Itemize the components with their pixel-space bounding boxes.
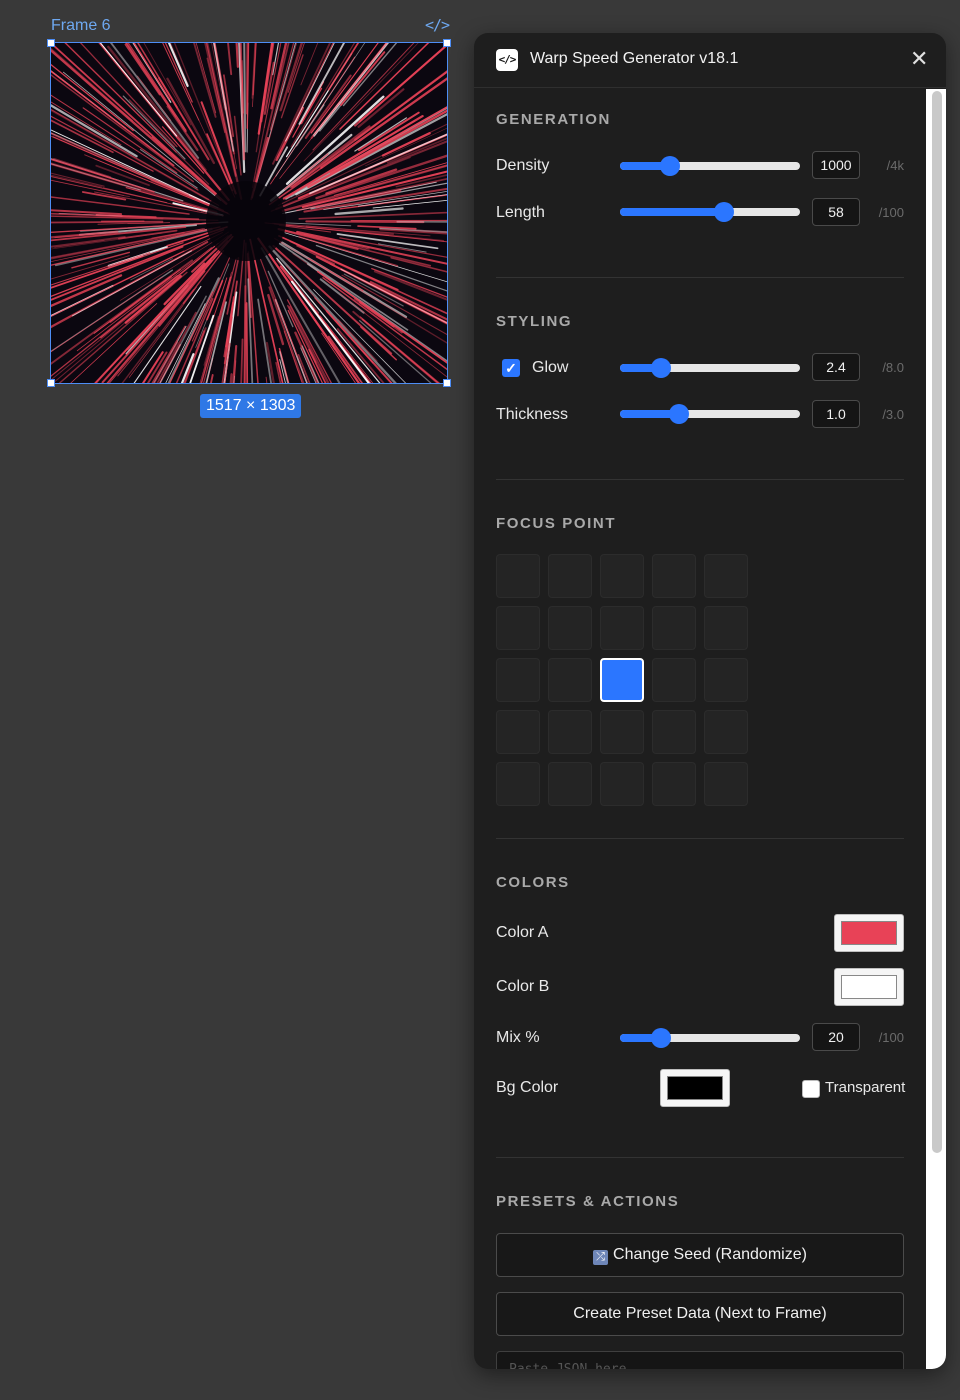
plugin-panel: </> Warp Speed Generator v18.1 ✕ GENERAT…: [474, 33, 946, 1369]
panel-header: </> Warp Speed Generator v18.1 ✕: [474, 33, 946, 88]
focus-cell-0-0[interactable]: [496, 554, 540, 598]
glow-slider[interactable]: [620, 358, 800, 378]
close-icon[interactable]: ✕: [910, 46, 928, 72]
warp-starburst-image: [51, 43, 447, 383]
mix-slider[interactable]: [620, 1028, 800, 1048]
thickness-input[interactable]: 1.0: [812, 400, 860, 428]
color-a-label: Color A: [496, 924, 549, 941]
change-seed-label: Change Seed (Randomize): [613, 1246, 807, 1263]
resize-handle-bottom-left[interactable]: [47, 379, 55, 387]
thickness-label: Thickness: [496, 406, 569, 423]
focus-cell-1-3[interactable]: [652, 606, 696, 650]
glow-label: Glow: [532, 359, 569, 376]
density-label: Density: [496, 157, 550, 174]
focus-cell-0-3[interactable]: [652, 554, 696, 598]
focus-cell-0-2[interactable]: [600, 554, 644, 598]
divider: [496, 479, 904, 480]
plugin-code-icon: </>: [496, 49, 518, 71]
focus-cell-4-3[interactable]: [652, 762, 696, 806]
paste-json-input[interactable]: Paste JSON here: [496, 1351, 904, 1369]
focus-cell-3-2[interactable]: [600, 710, 644, 754]
focus-cell-3-3[interactable]: [652, 710, 696, 754]
panel-title: Warp Speed Generator v18.1: [530, 50, 739, 67]
bg-color-swatch[interactable]: [660, 1069, 730, 1107]
focus-cell-1-4[interactable]: [704, 606, 748, 650]
focus-cell-1-1[interactable]: [548, 606, 592, 650]
focus-cell-3-0[interactable]: [496, 710, 540, 754]
focus-cell-2-4[interactable]: [704, 658, 748, 702]
glow-input[interactable]: 2.4: [812, 353, 860, 381]
focus-cell-3-1[interactable]: [548, 710, 592, 754]
bg-color-label: Bg Color: [496, 1079, 559, 1096]
mix-max: /100: [878, 1030, 904, 1045]
shuffle-icon: ⤮: [593, 1250, 609, 1265]
frame-label[interactable]: Frame 6: [51, 17, 111, 35]
focus-cell-4-0[interactable]: [496, 762, 540, 806]
focus-point-grid: [496, 554, 748, 806]
scrollbar-thumb[interactable]: [932, 91, 942, 1153]
density-input[interactable]: 1000: [812, 151, 860, 179]
focus-cell-2-0[interactable]: [496, 658, 540, 702]
transparent-label: Transparent: [825, 1079, 906, 1096]
section-title-focus-point: FOCUS POINT: [496, 515, 617, 532]
resize-handle-bottom-right[interactable]: [443, 379, 451, 387]
frame-size-badge: 1517 × 1303: [200, 394, 302, 418]
length-label: Length: [496, 204, 545, 221]
focus-cell-2-1[interactable]: [548, 658, 592, 702]
glow-checkbox[interactable]: ✓: [502, 359, 520, 377]
length-slider[interactable]: [620, 202, 800, 222]
section-title-styling: STYLING: [496, 313, 573, 330]
thickness-slider[interactable]: [620, 404, 800, 424]
length-max: /100: [878, 205, 904, 220]
divider: [496, 277, 904, 278]
resize-handle-top-left[interactable]: [47, 39, 55, 47]
mix-input[interactable]: 20: [812, 1023, 860, 1051]
divider: [496, 1157, 904, 1158]
color-a-swatch[interactable]: [834, 914, 904, 952]
focus-cell-1-0[interactable]: [496, 606, 540, 650]
focus-cell-0-4[interactable]: [704, 554, 748, 598]
color-b-swatch[interactable]: [834, 968, 904, 1006]
transparent-checkbox[interactable]: [802, 1080, 820, 1098]
focus-cell-2-3[interactable]: [652, 658, 696, 702]
focus-cell-4-4[interactable]: [704, 762, 748, 806]
mix-label: Mix %: [496, 1029, 540, 1046]
change-seed-button[interactable]: ⤮ Change Seed (Randomize): [496, 1233, 904, 1277]
section-title-presets-actions: PRESETS & ACTIONS: [496, 1193, 680, 1210]
focus-cell-2-2[interactable]: [600, 658, 644, 702]
focus-cell-4-2[interactable]: [600, 762, 644, 806]
resize-handle-top-right[interactable]: [443, 39, 451, 47]
density-max: /4k: [886, 158, 904, 173]
code-icon[interactable]: </>: [425, 16, 450, 34]
create-preset-button[interactable]: Create Preset Data (Next to Frame): [496, 1292, 904, 1336]
density-slider[interactable]: [620, 156, 800, 176]
section-title-colors: COLORS: [496, 874, 570, 891]
color-b-label: Color B: [496, 978, 550, 995]
focus-cell-3-4[interactable]: [704, 710, 748, 754]
focus-cell-4-1[interactable]: [548, 762, 592, 806]
warp-frame[interactable]: [50, 42, 448, 384]
length-input[interactable]: 58: [812, 198, 860, 226]
focus-cell-1-2[interactable]: [600, 606, 644, 650]
divider: [496, 838, 904, 839]
focus-cell-0-1[interactable]: [548, 554, 592, 598]
thickness-max: /3.0: [882, 407, 904, 422]
section-title-generation: GENERATION: [496, 111, 611, 128]
glow-max: /8.0: [882, 360, 904, 375]
